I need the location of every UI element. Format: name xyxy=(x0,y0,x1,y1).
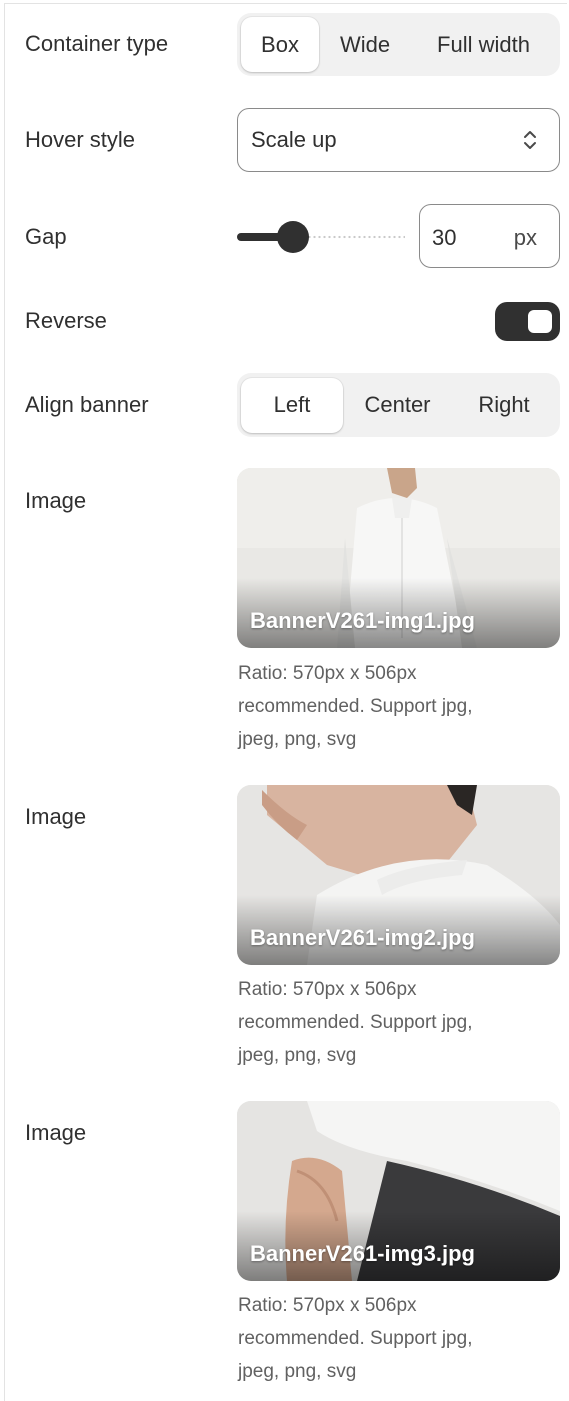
image-1-help-line-2: recommended. Support jpg, xyxy=(238,696,473,717)
image-2-filename: BannerV261-img2.jpg xyxy=(250,925,475,950)
image-3-help: Ratio: 570px x 506px recommended. Suppor… xyxy=(238,1289,558,1388)
gap-label: Gap xyxy=(25,224,67,249)
align-banner-label: Align banner xyxy=(25,392,149,417)
reverse-toggle[interactable] xyxy=(495,302,560,341)
container-type-option-full-width[interactable]: Full width xyxy=(411,17,556,72)
image-3-picker[interactable]: BannerV261-img3.jpg xyxy=(237,1101,560,1281)
image-3-filename: BannerV261-img3.jpg xyxy=(250,1241,475,1266)
toggle-knob xyxy=(528,310,552,333)
gap-slider[interactable] xyxy=(237,216,405,258)
image-2-help-line-2: recommended. Support jpg, xyxy=(238,1012,473,1033)
chevron-up-down-icon xyxy=(524,131,536,149)
container-type-option-box[interactable]: Box xyxy=(241,17,319,72)
hover-style-value: Scale up xyxy=(251,127,337,152)
image-1-help: Ratio: 570px x 506px recommended. Suppor… xyxy=(238,657,558,756)
gap-value: 30 xyxy=(432,225,457,250)
image-3-help-line-1: Ratio: 570px x 506px xyxy=(238,1295,417,1316)
image-1-picker[interactable]: BannerV261-img1.jpg xyxy=(237,468,560,648)
align-banner-option-left[interactable]: Left xyxy=(241,377,343,433)
gap-number-input[interactable]: 30 px xyxy=(419,204,560,268)
image-2-help-line-1: Ratio: 570px x 506px xyxy=(238,979,417,1000)
image-2-help-line-3: jpeg, png, svg xyxy=(238,1045,357,1066)
container-type-segmented-control: Box Wide Full width xyxy=(237,13,560,76)
hover-style-select[interactable]: Scale up xyxy=(237,108,560,172)
image-3-help-line-3: jpeg, png, svg xyxy=(238,1361,357,1382)
image-3-label: Image xyxy=(25,1120,87,1145)
image-1-help-line-1: Ratio: 570px x 506px xyxy=(238,663,417,684)
hover-style-label: Hover style xyxy=(25,127,136,152)
container-type-option-wide[interactable]: Wide xyxy=(319,17,411,72)
image-2-label: Image xyxy=(25,804,87,829)
reverse-label: Reverse xyxy=(25,308,107,333)
image-2-help: Ratio: 570px x 506px recommended. Suppor… xyxy=(238,973,558,1072)
image-3-help-line-2: recommended. Support jpg, xyxy=(238,1328,473,1349)
image-1-filename: BannerV261-img1.jpg xyxy=(250,608,475,633)
align-banner-option-center[interactable]: Center xyxy=(343,378,452,433)
image-1-help-line-3: jpeg, png, svg xyxy=(238,729,357,750)
slider-thumb[interactable] xyxy=(277,221,309,253)
image-1-label: Image xyxy=(25,488,87,513)
container-type-label: Container type xyxy=(25,31,169,56)
gap-unit: px xyxy=(513,225,537,250)
align-banner-segmented-control: Left Center Right xyxy=(237,373,560,437)
image-2-picker[interactable]: BannerV261-img2.jpg xyxy=(237,785,560,965)
align-banner-option-right[interactable]: Right xyxy=(452,378,556,433)
